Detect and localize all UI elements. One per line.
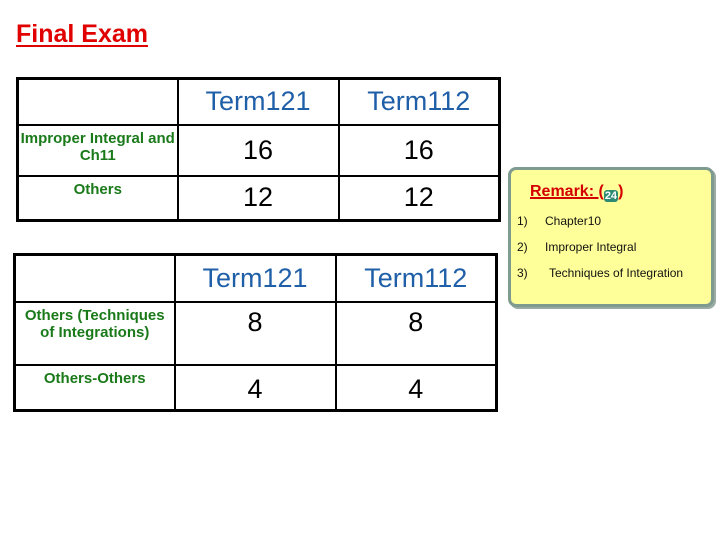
remark-list: 1) Chapter10 2) Improper Integral 3) Tec… <box>517 214 683 292</box>
header-term121: Term121 <box>176 77 340 126</box>
value-cell: 4 <box>173 363 337 412</box>
list-item-number: 2) <box>517 240 528 254</box>
list-item: 1) Chapter10 <box>517 214 683 240</box>
table-header-row: Term121 Term112 <box>13 253 498 303</box>
header-term112: Term112 <box>337 77 501 126</box>
header-cell-empty <box>16 77 179 126</box>
list-item: 2) Improper Integral <box>517 240 683 266</box>
score-table-1: Term121 Term112 Improper Integral and Ch… <box>16 77 501 222</box>
row-label: Others <box>16 174 179 222</box>
value-cell: 4 <box>334 363 498 412</box>
header-cell-empty <box>13 253 176 303</box>
value-cell: 8 <box>173 300 337 366</box>
header-term112: Term112 <box>334 253 498 303</box>
remark-title-prefix: Remark: ( <box>530 183 604 200</box>
value-cell: 16 <box>176 123 340 177</box>
row-label: Others (Techniques of Integrations) <box>13 300 176 366</box>
row-label: Others-Others <box>13 363 176 412</box>
remark-title: Remark: (24) <box>530 183 624 202</box>
page-title: Final Exam <box>16 20 148 48</box>
score-table-2: Term121 Term112 Others (Techniques of In… <box>13 253 498 412</box>
row-label: Improper Integral and Ch11 <box>16 123 179 177</box>
remark-box: Remark: (24) 1) Chapter10 2) Improper In… <box>508 167 714 307</box>
list-item: 3) Techniques of Integration <box>517 266 683 292</box>
list-item-number: 1) <box>517 214 528 228</box>
value-cell: 8 <box>334 300 498 366</box>
table-row: Others 12 12 <box>16 174 501 222</box>
value-cell: 12 <box>337 174 501 222</box>
header-term121: Term121 <box>173 253 337 303</box>
table-header-row: Term121 Term112 <box>16 77 501 126</box>
list-item-text: Techniques of Integration <box>549 266 684 280</box>
list-item-number: 3) <box>517 266 528 280</box>
table-row: Others (Techniques of Integrations) 8 8 <box>13 300 498 366</box>
table-row: Others-Others 4 4 <box>13 363 498 412</box>
list-item-text: Improper Integral <box>545 240 637 254</box>
list-item-text: Chapter10 <box>545 214 602 228</box>
value-cell: 12 <box>176 174 340 222</box>
remark-count-badge: 24 <box>603 190 619 202</box>
remark-title-suffix: ) <box>618 183 624 200</box>
table-row: Improper Integral and Ch11 16 16 <box>16 123 501 177</box>
value-cell: 16 <box>337 123 501 177</box>
